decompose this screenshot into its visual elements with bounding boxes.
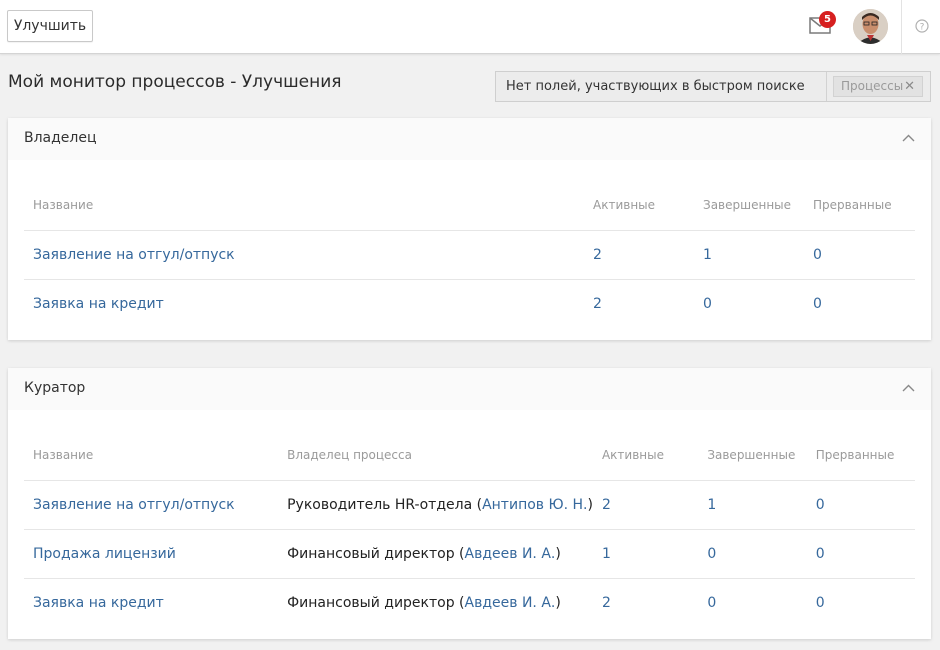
quick-search-bar[interactable]: Нет полей, участвующих в быстром поиске …	[495, 71, 931, 102]
filter-chip-processes[interactable]: Процессы ✕	[833, 76, 923, 97]
owner-role: Руководитель HR-отдела (	[287, 496, 483, 513]
process-name-link[interactable]: Заявка на кредит	[33, 595, 164, 611]
process-name-link[interactable]: Заявка на кредит	[33, 296, 164, 312]
active-count-link[interactable]: 1	[602, 546, 611, 562]
column-header-active[interactable]: Активные	[584, 180, 694, 231]
owner-panel: Владелец Название Активные Завершенные П…	[8, 118, 931, 340]
owner-table: Название Активные Завершенные Прерванные…	[24, 180, 915, 328]
owner-person-link[interactable]: Авдеев И. А.	[465, 595, 556, 611]
active-count-link[interactable]: 2	[602, 497, 611, 513]
process-name-link[interactable]: Заявление на отгул/отпуск	[33, 247, 235, 263]
improve-button[interactable]: Улучшить	[7, 10, 93, 42]
table-row: Заявка на кредит Финансовый директор (Ав…	[24, 578, 915, 627]
process-name-link[interactable]: Продажа лицензий	[33, 546, 176, 562]
table-row: Заявка на кредит 2 0 0	[24, 279, 915, 328]
chevron-up-icon[interactable]	[902, 134, 915, 142]
owner-panel-header[interactable]: Владелец	[8, 118, 931, 160]
active-count-link[interactable]: 2	[593, 247, 602, 263]
aborted-count-link[interactable]: 0	[813, 247, 822, 263]
table-header-row: Название Владелец процесса Активные Заве…	[24, 430, 915, 481]
column-header-active[interactable]: Активные	[592, 430, 699, 481]
curator-table: Название Владелец процесса Активные Заве…	[24, 430, 915, 627]
svg-text:?: ?	[920, 23, 925, 33]
completed-count-link[interactable]: 0	[707, 546, 716, 562]
quick-search-text: Нет полей, участвующих в быстром поиске	[506, 79, 805, 94]
aborted-count-link[interactable]: 0	[816, 595, 825, 611]
curator-panel-header[interactable]: Куратор	[8, 368, 931, 410]
panel-title: Владелец	[24, 130, 97, 146]
aborted-count-link[interactable]: 0	[813, 296, 822, 312]
question-circle-icon[interactable]: ?	[915, 19, 929, 33]
column-header-completed[interactable]: Завершенные	[698, 430, 807, 481]
owner-close-paren: )	[555, 594, 561, 611]
topbar-divider	[901, 0, 902, 54]
user-avatar[interactable]	[853, 9, 888, 44]
owner-close-paren: )	[587, 496, 593, 513]
owner-person-link[interactable]: Авдеев И. А.	[465, 546, 556, 562]
table-row: Заявление на отгул/отпуск Руководитель H…	[24, 480, 915, 530]
completed-count-link[interactable]: 0	[703, 296, 712, 312]
quick-search-separator	[826, 72, 827, 101]
aborted-count-link[interactable]: 0	[816, 497, 825, 513]
process-name-link[interactable]: Заявление на отгул/отпуск	[33, 497, 235, 513]
curator-panel: Куратор Название Владелец процесса Актив…	[8, 368, 931, 639]
close-icon[interactable]: ✕	[904, 77, 915, 96]
completed-count-link[interactable]: 1	[707, 497, 716, 513]
column-header-completed[interactable]: Завершенные	[694, 180, 804, 231]
completed-count-link[interactable]: 0	[707, 595, 716, 611]
column-header-aborted[interactable]: Прерванные	[806, 430, 915, 481]
column-header-aborted[interactable]: Прерванные	[804, 180, 915, 231]
panel-title: Куратор	[24, 380, 86, 396]
mail-count-badge: 5	[819, 11, 836, 28]
table-row: Заявление на отгул/отпуск 2 1 0	[24, 230, 915, 280]
process-owner-cell: Финансовый директор (Авдеев И. А.)	[278, 578, 593, 627]
aborted-count-link[interactable]: 0	[816, 546, 825, 562]
filter-chip-label: Процессы	[841, 79, 904, 93]
active-count-link[interactable]: 2	[602, 595, 611, 611]
owner-role: Финансовый директор (	[287, 545, 465, 562]
column-header-name[interactable]: Название	[24, 180, 584, 231]
owner-close-paren: )	[555, 545, 561, 562]
column-header-process-owner[interactable]: Владелец процесса	[278, 430, 593, 481]
column-header-name[interactable]: Название	[24, 430, 279, 481]
top-bar: Улучшить 5 ?	[0, 0, 940, 54]
table-header-row: Название Активные Завершенные Прерванные	[24, 180, 915, 231]
owner-person-link[interactable]: Антипов Ю. Н.	[482, 497, 587, 513]
process-owner-cell: Финансовый директор (Авдеев И. А.)	[278, 529, 593, 579]
process-owner-cell: Руководитель HR-отдела (Антипов Ю. Н.)	[278, 480, 593, 530]
active-count-link[interactable]: 2	[593, 296, 602, 312]
owner-role: Финансовый директор (	[287, 594, 465, 611]
completed-count-link[interactable]: 1	[703, 247, 712, 263]
page-title: Мой монитор процессов - Улучшения	[8, 72, 342, 92]
table-row: Продажа лицензий Финансовый директор (Ав…	[24, 529, 915, 579]
chevron-up-icon[interactable]	[902, 384, 915, 392]
